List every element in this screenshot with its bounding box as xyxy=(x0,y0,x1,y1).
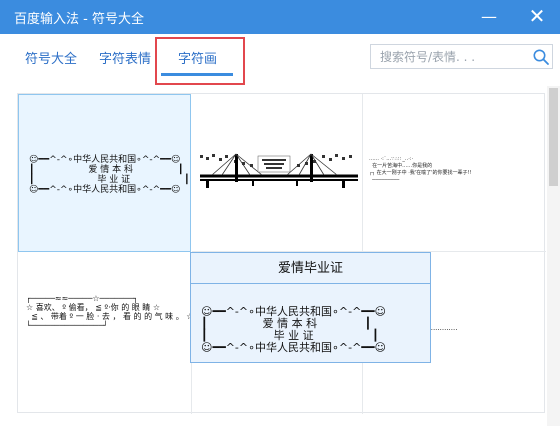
preview-ascii-art: ☺━━^-^∘中华人民共和国∘^-^━━☺ ┃ 爱 情 本 科 ┃ ┃ 毕 业 … xyxy=(201,305,387,354)
ascii-art-eyes-poem: ┌─────≈≈─────☆───────┐ ☆ 喜欢、 º 偷看， ≦ º·你… xyxy=(26,294,191,330)
tab-highlight-box xyxy=(155,37,245,85)
ascii-art-love-diploma: ☺━━^-^∘中华人民共和国∘^-^━━☺ ┃ 爱 情 本 科 ┃ ┃ 毕 业 … xyxy=(29,155,190,195)
search-icon[interactable] xyxy=(532,48,550,66)
grid-cell[interactable]: …‥. ·:˙…∵∴∷ _‥·:· 在一片苦海中……你是我的 ┌┐ 在大一刚子中… xyxy=(363,94,546,252)
window-title: 百度输入法 - 符号大全 xyxy=(14,12,144,27)
preview-title: 爱情毕业证 xyxy=(191,253,430,284)
scrollbar-thumb[interactable] xyxy=(549,88,558,186)
preview-tooltip: 爱情毕业证 ☺━━^-^∘中华人民共和国∘^-^━━☺ ┃ 爱 情 本 科 ┃ … xyxy=(190,252,431,363)
grid-cell[interactable] xyxy=(192,94,363,252)
search-input[interactable] xyxy=(371,45,521,68)
tab-emoticons[interactable]: 字符表情 xyxy=(99,48,151,67)
title-bar: 百度输入法 - 符号大全 — ✕ xyxy=(0,0,560,34)
ascii-art-text-block: …‥. ·:˙…∵∴∷ _‥·:· 在一片苦海中……你是我的 ┌┐ 在大一刚子中… xyxy=(369,156,472,183)
tab-symbols[interactable]: 符号大全 xyxy=(25,48,77,67)
bridge-ascii-art xyxy=(200,153,358,188)
grid-cell[interactable]: ┌─────≈≈─────☆───────┐ ☆ 喜欢、 º 偷看， ≦ º·你… xyxy=(18,252,192,414)
grid-cell[interactable]: ☺━━^-^∘中华人民共和国∘^-^━━☺ ┃ 爱 情 本 科 ┃ ┃ 毕 业 … xyxy=(18,94,191,252)
minimize-button[interactable]: — xyxy=(476,4,502,30)
close-button[interactable]: ✕ xyxy=(524,4,550,30)
search-box xyxy=(370,44,553,69)
